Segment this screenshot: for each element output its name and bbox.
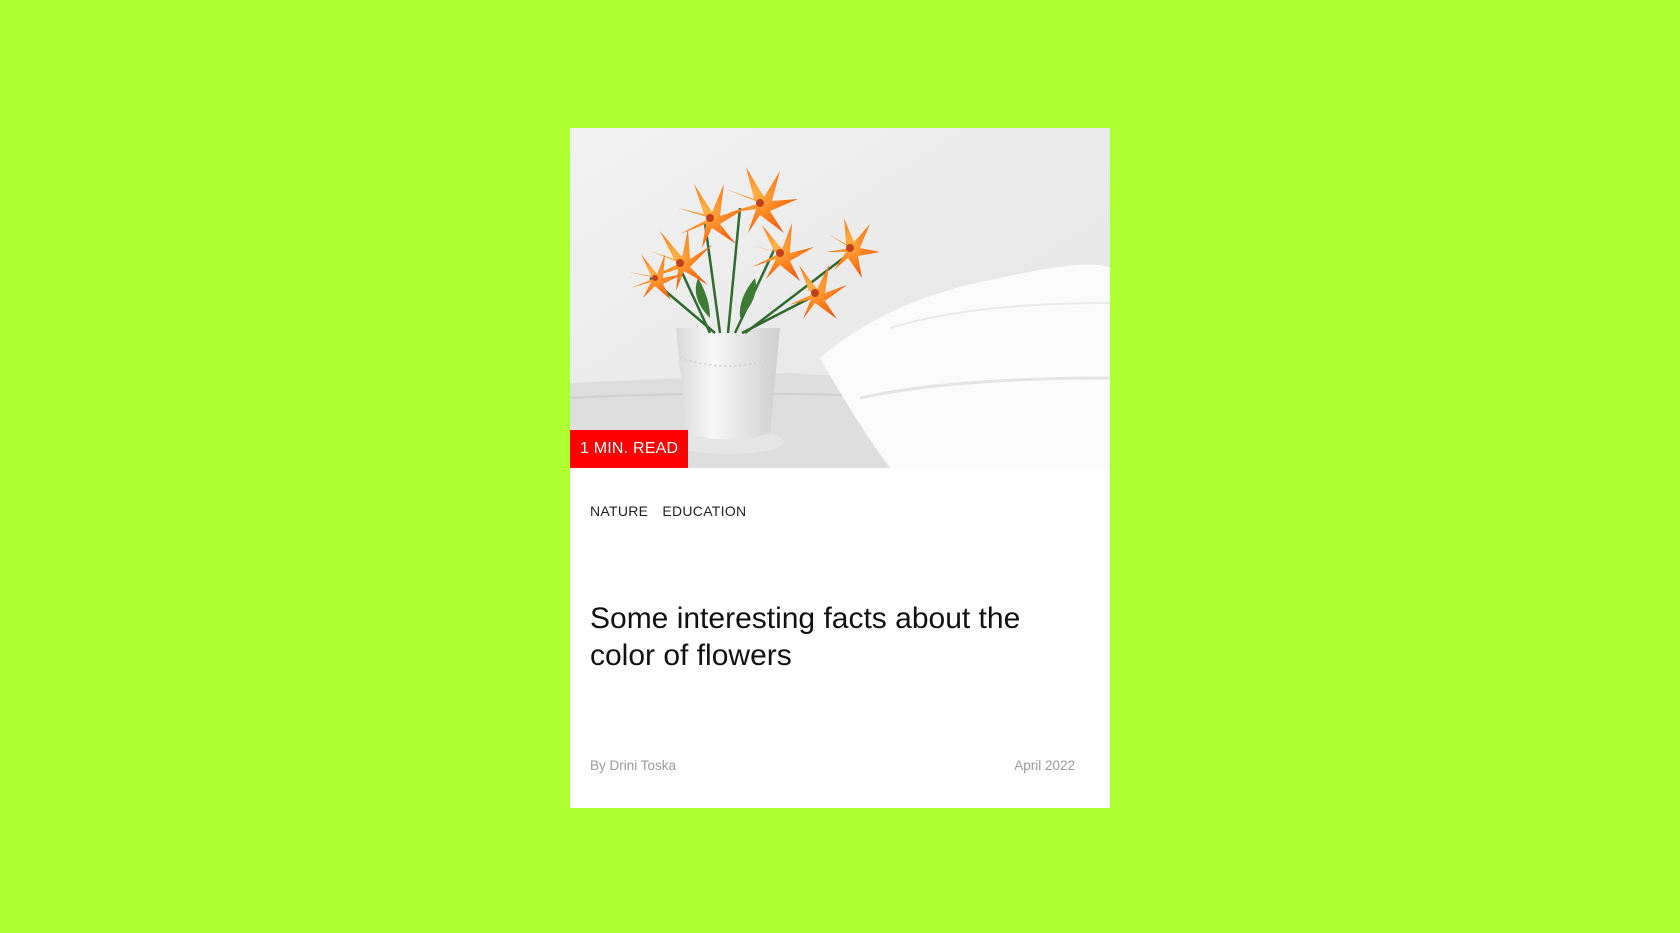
date-label: April 2022	[1014, 758, 1075, 773]
article-title[interactable]: Some interesting facts about the color o…	[590, 600, 1060, 674]
tag-nature[interactable]: NATURE	[590, 503, 648, 519]
article-meta: By Drini Toska April 2022	[590, 758, 1075, 773]
article-card[interactable]: 1 MIN. READ NATURE EDUCATION Some intere…	[570, 128, 1110, 808]
card-body: NATURE EDUCATION Some interesting facts …	[570, 468, 1110, 808]
flower-vase-photo	[570, 128, 1110, 468]
tag-list: NATURE EDUCATION	[590, 503, 746, 519]
author-label: By Drini Toska	[590, 758, 677, 773]
tag-education[interactable]: EDUCATION	[662, 503, 746, 519]
read-time-badge: 1 MIN. READ	[570, 430, 689, 468]
article-image[interactable]: 1 MIN. READ	[570, 128, 1110, 468]
